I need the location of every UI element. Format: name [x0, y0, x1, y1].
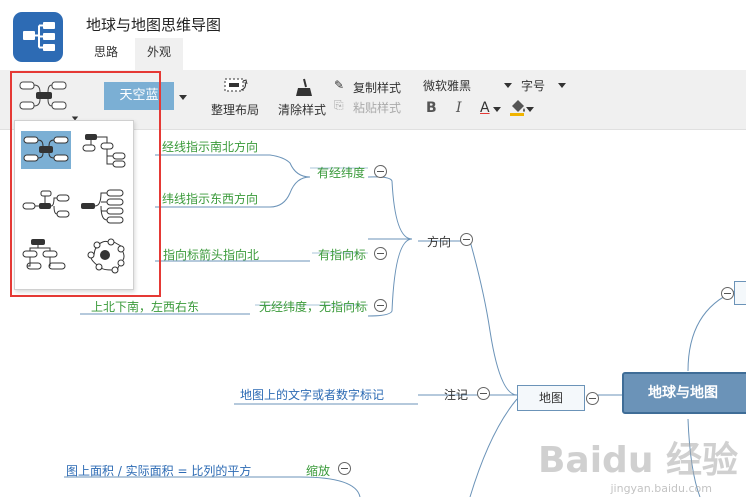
layout-option-mindmap[interactable]	[21, 131, 71, 169]
direction-node[interactable]: 方向	[427, 233, 451, 250]
horizontal-tree-layout-icon	[22, 190, 70, 218]
copy-style-icon: ✎	[334, 78, 345, 92]
size-caret-icon[interactable]	[558, 83, 566, 88]
watermark-sub-text: jingyan.baidu.com	[610, 482, 712, 495]
arrange-layout-button[interactable]: 整理布局	[211, 101, 259, 118]
tab-idea[interactable]: 思路	[82, 38, 130, 70]
latitude-text[interactable]: 纬线指示东西方向	[162, 190, 258, 207]
layout-option-org-tree[interactable]	[79, 131, 129, 169]
arrange-layout-icon[interactable]	[223, 76, 249, 98]
watermark-text: Baidu 经验	[537, 440, 738, 481]
broom-icon[interactable]	[292, 77, 314, 99]
paste-style-button[interactable]: 粘贴样式	[353, 99, 401, 116]
org-tree-layout-icon	[82, 134, 126, 168]
no-latlong-text[interactable]: 上北下南，左西右东	[91, 298, 199, 315]
theme-caret-icon[interactable]	[179, 95, 187, 100]
longitude-text[interactable]: 经线指示南北方向	[162, 138, 258, 155]
layout-option-org-chart[interactable]	[21, 237, 71, 275]
arrow-text[interactable]: 指向标箭头指向北	[163, 246, 259, 263]
scale-text[interactable]: 图上面积 / 实际面积 = 比列的平方	[66, 462, 251, 479]
collapse-icon[interactable]	[721, 287, 734, 300]
right-logic-layout-icon	[81, 189, 124, 224]
theme-button[interactable]: 天空蓝	[104, 82, 174, 110]
latlong-node[interactable]: 有经纬度	[317, 164, 365, 181]
layout-option-horizontal-tree[interactable]	[21, 187, 71, 225]
collapse-icon[interactable]	[338, 462, 351, 475]
fill-color-icon[interactable]	[508, 98, 528, 116]
scale-node[interactable]: 缩放	[306, 462, 330, 479]
has-arrow-node[interactable]: 有指向标	[318, 246, 366, 263]
no-latlong-node[interactable]: 无经纬度，无指向标	[259, 298, 367, 315]
fill-color-caret-icon[interactable]	[526, 107, 534, 112]
right-branch-node[interactable]	[734, 281, 746, 305]
note-node[interactable]: 注记	[444, 386, 468, 403]
collapse-icon[interactable]	[477, 387, 490, 400]
clear-style-button[interactable]: 清除样式	[278, 101, 326, 118]
map-node[interactable]: 地图	[517, 385, 585, 411]
font-size-select[interactable]: 字号	[521, 77, 545, 94]
org-chart-layout-icon	[22, 239, 66, 270]
mindmap-layout-icon	[19, 81, 67, 110]
bold-button[interactable]: B	[426, 100, 437, 116]
root-node[interactable]: 地球与地图	[622, 372, 746, 414]
copy-style-button[interactable]: 复制样式	[353, 79, 401, 96]
font-color-caret-icon[interactable]	[493, 107, 501, 112]
mindmap-logo-icon	[13, 12, 63, 62]
collapse-icon[interactable]	[374, 299, 387, 312]
layout-option-right-logic[interactable]	[79, 187, 129, 225]
font-color-button[interactable]: A	[480, 100, 490, 116]
collapse-icon[interactable]	[586, 392, 599, 405]
collapse-icon[interactable]	[460, 233, 473, 246]
paste-style-icon: ⎘	[334, 98, 344, 112]
mindmap-layout-icon	[23, 136, 69, 162]
layout-option-fishbone[interactable]	[79, 237, 129, 275]
document-title: 地球与地图思维导图	[86, 16, 222, 34]
layout-button[interactable]	[14, 74, 79, 121]
font-family-select[interactable]: 微软雅黑	[423, 77, 471, 94]
layout-dropdown	[14, 120, 134, 290]
app-header: 地球与地图思维导图 思路 外观	[0, 0, 746, 70]
font-caret-icon[interactable]	[504, 83, 512, 88]
bubble-layout-icon	[87, 238, 125, 274]
italic-button[interactable]: I	[456, 100, 462, 116]
collapse-icon[interactable]	[374, 247, 387, 260]
collapse-icon[interactable]	[374, 165, 387, 178]
tab-appearance[interactable]: 外观	[135, 38, 184, 70]
note-text[interactable]: 地图上的文字或者数字标记	[240, 386, 384, 403]
